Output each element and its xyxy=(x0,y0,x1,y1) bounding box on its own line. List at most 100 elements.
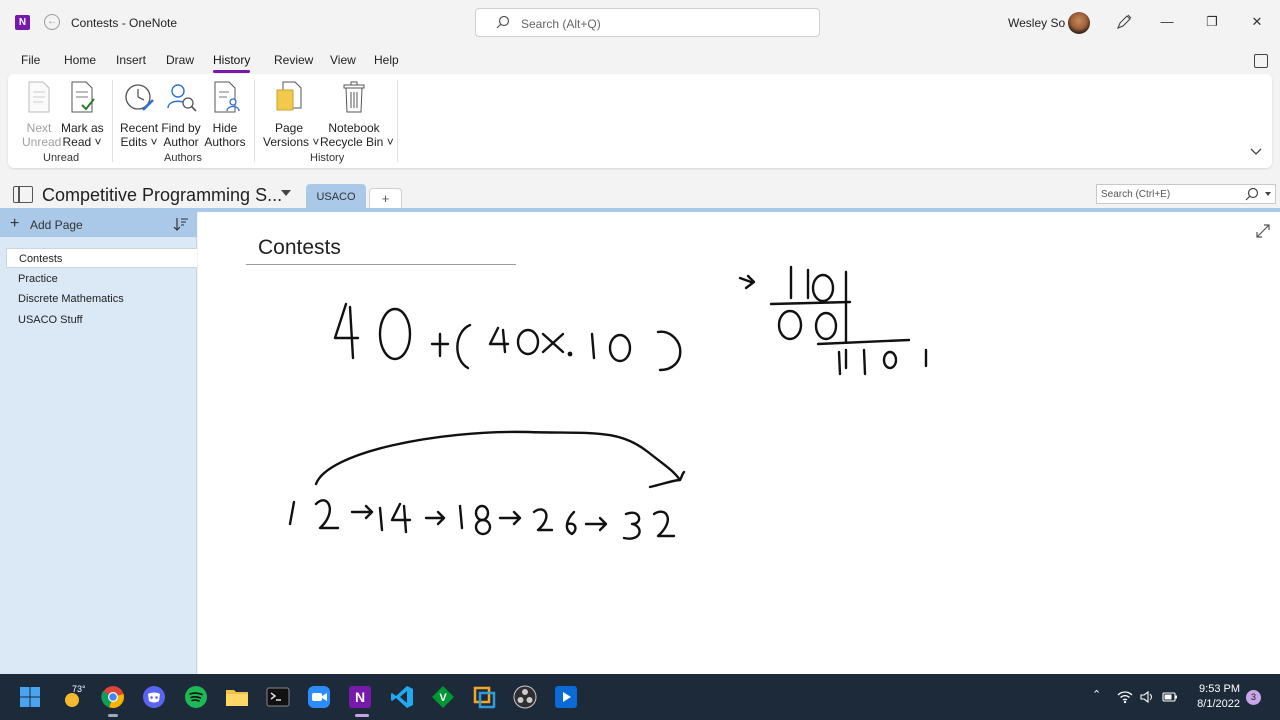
system-clock[interactable]: 9:53 PM 8/1/2022 xyxy=(1192,682,1240,712)
page-versions-label-2: Versions ˅ xyxy=(263,135,320,149)
notebook-dropdown-icon[interactable] xyxy=(281,190,291,196)
hide-authors-icon xyxy=(214,81,240,113)
spotify-icon[interactable] xyxy=(184,685,208,709)
media-player-icon[interactable] xyxy=(554,685,578,709)
search-placeholder: Search (Alt+Q) xyxy=(521,17,601,31)
notebook-recycle-bin-button[interactable]: Notebook Recycle Bin ˅ xyxy=(320,80,394,149)
mark-as-read-icon xyxy=(71,81,95,113)
recycle-bin-icon xyxy=(343,81,365,113)
svg-text:N: N xyxy=(355,689,365,705)
clock-time: 9:53 PM xyxy=(1199,683,1240,695)
notebook-name[interactable]: Competitive Programming S... xyxy=(42,185,282,206)
search-scope-dropdown-icon[interactable] xyxy=(1265,192,1271,196)
tab-file[interactable]: File xyxy=(21,53,40,67)
recent-edits-label-2: Edits ˅ xyxy=(120,135,158,149)
wifi-icon[interactable] xyxy=(1117,690,1133,704)
obs-icon[interactable] xyxy=(513,685,537,709)
svg-text:V: V xyxy=(439,692,447,704)
find-author-icon xyxy=(167,84,197,112)
page-item-discrete-mathematics[interactable]: Discrete Mathematics xyxy=(6,289,197,309)
chrome-running-indicator xyxy=(108,714,118,717)
show-hidden-icons-chevron[interactable]: ⌃ xyxy=(1092,688,1101,701)
close-button[interactable]: ✕ xyxy=(1243,10,1271,34)
tab-insert[interactable]: Insert xyxy=(116,53,146,67)
group-label-unread: Unread xyxy=(43,152,80,164)
vim-icon[interactable]: V xyxy=(431,685,455,709)
avatar[interactable] xyxy=(1068,12,1090,34)
group-separator xyxy=(397,80,398,162)
restore-button[interactable]: ❐ xyxy=(1198,10,1226,34)
weather-temperature: 73° xyxy=(72,684,86,694)
recycle-bin-label-1: Notebook xyxy=(328,121,380,135)
group-label-history: History xyxy=(310,152,345,164)
taskbar: 73° N V ⌃ 9:53 PM 8/1/2022 3 xyxy=(0,674,1280,720)
page-versions-label-1: Page xyxy=(274,121,304,135)
next-unread-label-2: Unread xyxy=(22,135,62,149)
search-icon xyxy=(1245,187,1259,201)
page-item-practice[interactable]: Practice xyxy=(6,269,197,289)
battery-icon[interactable] xyxy=(1162,690,1178,704)
ink-sequence xyxy=(288,499,676,540)
mark-as-read-button[interactable]: Mark as Read ˅ xyxy=(61,80,104,149)
collapse-ribbon-icon[interactable] xyxy=(1250,148,1262,156)
sort-pages-icon[interactable] xyxy=(173,216,189,232)
search-icon xyxy=(496,15,510,29)
page-versions-button[interactable]: Page Versions ˅ xyxy=(263,80,320,149)
minimize-button[interactable]: — xyxy=(1153,10,1181,34)
find-by-author-button[interactable]: Find by Author xyxy=(160,80,202,149)
ink-expression-1 xyxy=(333,302,682,372)
pen-icon[interactable] xyxy=(1116,14,1132,30)
hide-authors-label-2: Authors xyxy=(204,135,246,149)
find-by-author-label-1: Find by xyxy=(161,121,201,135)
page-item-contests[interactable]: Contests xyxy=(6,248,197,268)
notebook-icon[interactable] xyxy=(13,186,33,203)
tab-view[interactable]: View xyxy=(330,53,356,67)
app-icon-blue-square[interactable] xyxy=(472,685,496,709)
tab-help[interactable]: Help xyxy=(374,53,399,67)
next-unread-label-1: Next xyxy=(26,121,52,135)
notebook-bar: Competitive Programming S... USACO + Sea… xyxy=(0,180,1280,210)
group-label-authors: Authors xyxy=(164,152,202,164)
add-section-button[interactable]: + xyxy=(369,188,402,210)
onenote-app-icon: N xyxy=(15,15,30,30)
back-button[interactable]: ← xyxy=(44,14,60,30)
onenote-taskbar-icon[interactable]: N xyxy=(348,685,372,709)
group-separator xyxy=(112,80,113,162)
clock-date: 8/1/2022 xyxy=(1197,698,1240,710)
file-explorer-icon[interactable] xyxy=(225,685,249,709)
recent-edits-label-1: Recent xyxy=(120,121,159,135)
page-versions-icon xyxy=(276,81,302,111)
search-input[interactable]: Search (Alt+Q) xyxy=(475,8,820,37)
sticky-notes-icon[interactable] xyxy=(1254,54,1268,68)
chrome-icon[interactable] xyxy=(101,685,125,709)
clock-icon xyxy=(125,84,154,111)
user-name[interactable]: Wesley So xyxy=(1008,16,1065,30)
next-unread-icon xyxy=(28,81,50,113)
vscode-icon[interactable] xyxy=(390,685,414,709)
mark-as-read-label-2: Read ˅ xyxy=(62,135,102,149)
hide-authors-button[interactable]: Hide Authors xyxy=(204,80,246,149)
mark-as-read-label-1: Mark as xyxy=(61,121,104,135)
next-unread-button[interactable]: Next Unread xyxy=(22,80,62,149)
terminal-icon[interactable] xyxy=(266,685,290,709)
discord-icon[interactable] xyxy=(142,685,166,709)
ribbon-tabs: File Home Insert Draw History Review Vie… xyxy=(0,48,1280,73)
tab-review[interactable]: Review xyxy=(274,53,313,67)
page-canvas[interactable]: Contests xyxy=(198,212,1280,674)
windows-start-icon[interactable] xyxy=(18,685,42,709)
tab-history[interactable]: History xyxy=(213,53,251,73)
tab-draw[interactable]: Draw xyxy=(166,53,194,67)
add-page-button[interactable]: + Add Page xyxy=(0,212,197,237)
page-search-input[interactable]: Search (Ctrl+E) xyxy=(1096,184,1276,204)
page-search-placeholder: Search (Ctrl+E) xyxy=(1101,189,1171,200)
onenote-running-indicator xyxy=(355,714,369,717)
window-title: Contests - OneNote xyxy=(71,16,178,30)
volume-icon[interactable] xyxy=(1140,690,1154,704)
title-bar: N ← Contests - OneNote Search (Alt+Q) We… xyxy=(0,0,1280,44)
zoom-icon[interactable] xyxy=(307,685,331,709)
section-tab-usaco[interactable]: USACO xyxy=(306,184,366,210)
recent-edits-button[interactable]: Recent Edits ˅ xyxy=(120,80,158,149)
page-item-usaco-stuff[interactable]: USACO Stuff xyxy=(6,310,197,330)
tab-home[interactable]: Home xyxy=(64,53,96,67)
notification-badge[interactable]: 3 xyxy=(1246,690,1261,705)
